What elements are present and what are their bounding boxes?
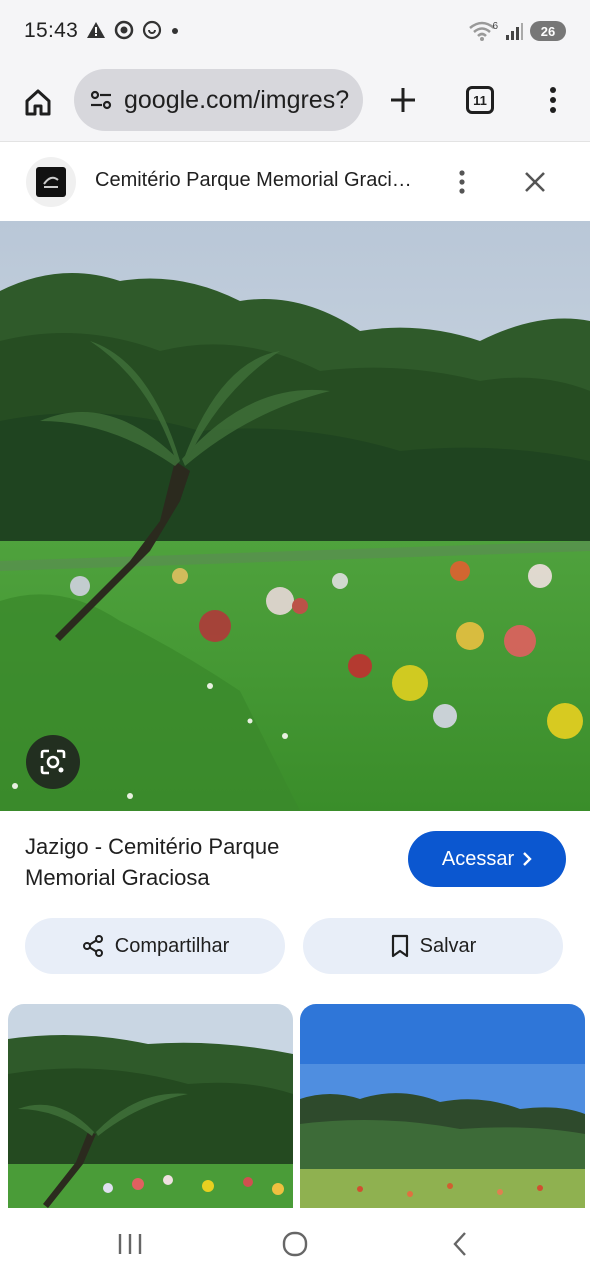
- chevron-right-icon: [523, 852, 532, 866]
- thumbnail-photo-1: [8, 1004, 293, 1208]
- notification-icons: [86, 20, 180, 40]
- save-button[interactable]: Salvar: [303, 918, 563, 974]
- close-button[interactable]: [516, 163, 554, 201]
- address-bar[interactable]: google.com/imgres?: [74, 69, 363, 131]
- google-lens-button[interactable]: [26, 735, 80, 789]
- save-button-label: Salvar: [419, 934, 477, 957]
- system-icons: 6 26: [468, 20, 566, 42]
- lens-icon: [40, 749, 66, 775]
- site-logo: [26, 157, 76, 207]
- bookmark-icon: [391, 934, 408, 958]
- dot-icon: [172, 28, 178, 34]
- home-circle-icon: [282, 1231, 308, 1257]
- new-tab-button[interactable]: [384, 80, 422, 120]
- home-button[interactable]: [18, 82, 58, 122]
- warning-icon: [87, 22, 105, 38]
- more-vertical-icon: [459, 170, 465, 194]
- site-settings-icon[interactable]: [88, 87, 114, 113]
- access-button[interactable]: Acessar: [408, 831, 566, 887]
- recent-apps-icon: [118, 1234, 142, 1254]
- tab-switcher-button[interactable]: 11: [466, 86, 494, 114]
- related-image-2[interactable]: [300, 1004, 585, 1208]
- share-icon: [82, 935, 103, 957]
- back-icon: [453, 1232, 466, 1256]
- plus-icon: [391, 88, 415, 112]
- logo-mark-icon: [43, 176, 59, 188]
- site-header: Cemitério Parque Memorial Graciosa: [0, 143, 590, 221]
- network-type-label: 6: [492, 20, 498, 32]
- signal-icon: [506, 23, 523, 40]
- result-image[interactable]: [0, 221, 590, 811]
- browser-toolbar: google.com/imgres? 11: [0, 64, 590, 142]
- back-button[interactable]: [440, 1226, 480, 1262]
- status-time: 15:43: [24, 19, 79, 42]
- home-icon: [25, 89, 51, 116]
- recent-apps-button[interactable]: [110, 1226, 150, 1262]
- result-title: Jazigo - Cemitério Parque Memorial Graci…: [25, 834, 280, 890]
- browser-menu-button[interactable]: [538, 80, 568, 120]
- status-bar: 15:43 6 26: [0, 0, 590, 64]
- url-text: google.com/imgres?: [124, 85, 350, 114]
- home-nav-button[interactable]: [275, 1226, 315, 1262]
- thumbnail-photo-2: [300, 1004, 585, 1208]
- share-button[interactable]: Compartilhar: [25, 918, 285, 974]
- site-more-button[interactable]: [448, 163, 476, 201]
- close-icon: [525, 172, 545, 192]
- cemetery-photo: [0, 221, 590, 811]
- chrome-icon: [114, 20, 134, 40]
- related-image-1[interactable]: [8, 1004, 293, 1208]
- more-vertical-icon: [550, 87, 556, 113]
- system-navigation-bar: [0, 1208, 590, 1280]
- threads-icon: [142, 20, 162, 40]
- share-button-label: Compartilhar: [114, 934, 230, 957]
- site-title[interactable]: Cemitério Parque Memorial Graciosa: [95, 169, 415, 192]
- battery-indicator: 26: [530, 21, 566, 41]
- access-button-label: Acessar: [441, 847, 515, 870]
